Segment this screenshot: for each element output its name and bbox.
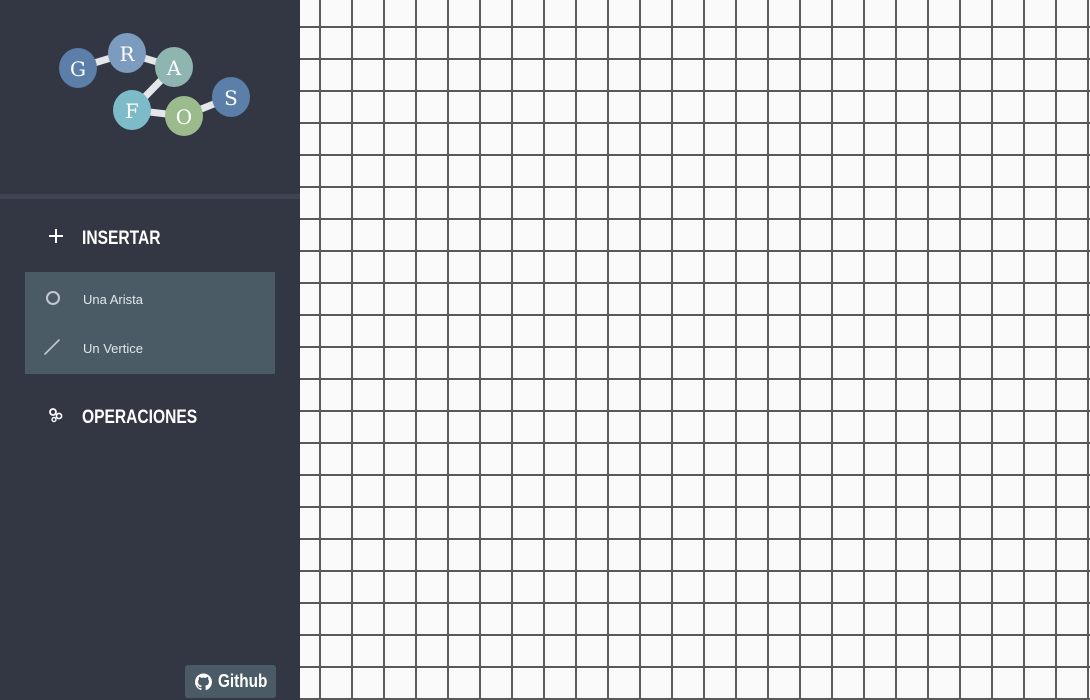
- svg-text:G: G: [70, 57, 86, 81]
- circle-icon: [46, 291, 60, 305]
- svg-text:O: O: [176, 105, 192, 129]
- svg-text:S: S: [224, 86, 238, 110]
- line-icon: [44, 339, 60, 355]
- insert-menu-toggle[interactable]: INSERTAR: [48, 228, 178, 250]
- insert-vertice-label: Un Vertice: [83, 340, 143, 356]
- logo-node-r: R: [108, 33, 146, 73]
- app-logo: G R A F O S: [0, 0, 300, 194]
- plus-icon: [48, 228, 64, 244]
- logo-edges: [74, 49, 235, 120]
- logo-node-a: A: [155, 47, 193, 87]
- svg-text:F: F: [125, 99, 139, 123]
- insert-arista-label: Una Arista: [83, 291, 143, 307]
- operations-menu-label: OPERACIONES: [82, 407, 198, 428]
- github-label: Github: [218, 671, 268, 691]
- svg-text:A: A: [166, 56, 182, 80]
- insert-submenu: Una Arista Un Vertice: [25, 272, 275, 374]
- sidebar: G R A F O S INSERTAR Una Arista Un Verti…: [0, 0, 300, 700]
- insert-arista-item[interactable]: Una Arista: [25, 275, 275, 323]
- svg-text:R: R: [119, 42, 135, 66]
- insert-menu-label: INSERTAR: [82, 228, 161, 249]
- operations-menu-toggle[interactable]: OPERACIONES: [48, 407, 222, 429]
- gears-icon: [49, 408, 63, 423]
- logo-node-o: O: [165, 96, 203, 136]
- logo-node-s: S: [212, 77, 250, 117]
- github-link-button[interactable]: Github: [185, 665, 276, 698]
- logo-node-g: G: [59, 48, 97, 88]
- graph-canvas[interactable]: [300, 0, 1090, 700]
- logo-node-f: F: [113, 90, 151, 130]
- grafos-logo-graphic: G R A F O S: [59, 33, 250, 136]
- insert-vertice-item[interactable]: Un Vertice: [25, 324, 275, 372]
- logo-divider: [0, 194, 300, 199]
- github-icon: [195, 672, 213, 690]
